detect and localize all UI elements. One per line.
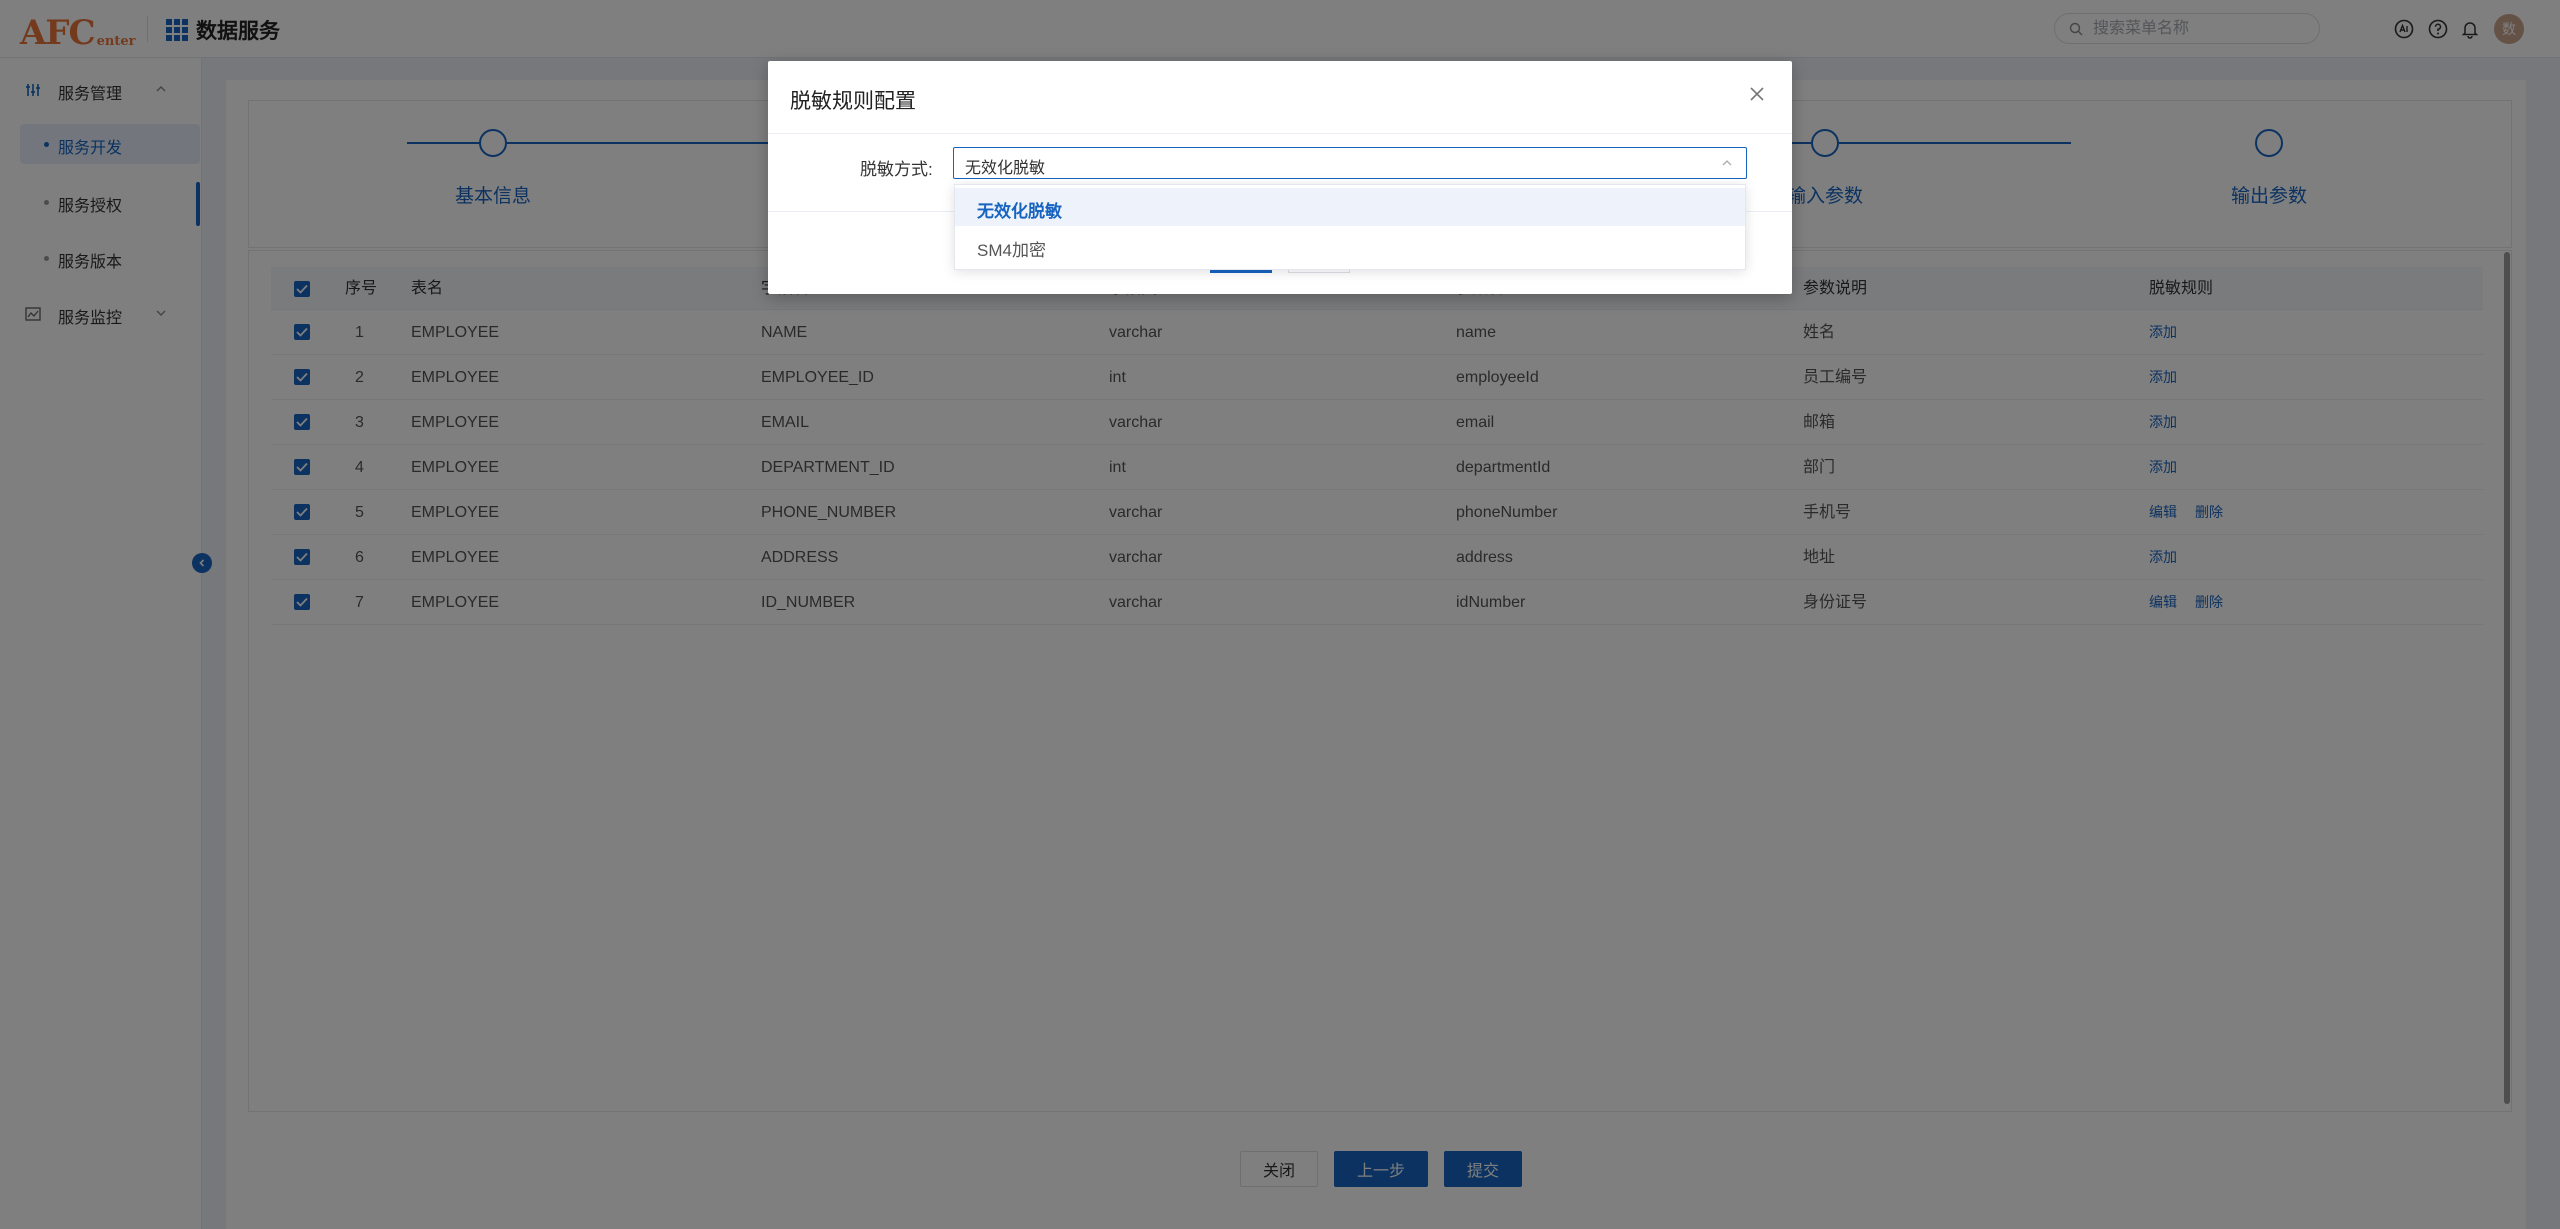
mask-method-label: 脱敏方式: <box>860 160 933 179</box>
option-label: 无效化脱敏 <box>977 202 1062 221</box>
chevron-up-icon <box>1722 160 1732 166</box>
dialog-title: 脱敏规则配置 <box>790 90 916 113</box>
mask-method-dropdown: 无效化脱敏 SM4加密 <box>954 184 1746 270</box>
option-sm4-encryption[interactable]: SM4加密 <box>955 227 1745 265</box>
option-invalidation-mask[interactable]: 无效化脱敏 <box>955 188 1745 226</box>
mask-method-select[interactable]: 无效化脱敏 <box>953 147 1747 179</box>
option-label: SM4加密 <box>977 241 1046 260</box>
close-icon[interactable] <box>1746 83 1768 105</box>
dialog-divider <box>768 133 1792 134</box>
select-value: 无效化脱敏 <box>965 160 1046 177</box>
